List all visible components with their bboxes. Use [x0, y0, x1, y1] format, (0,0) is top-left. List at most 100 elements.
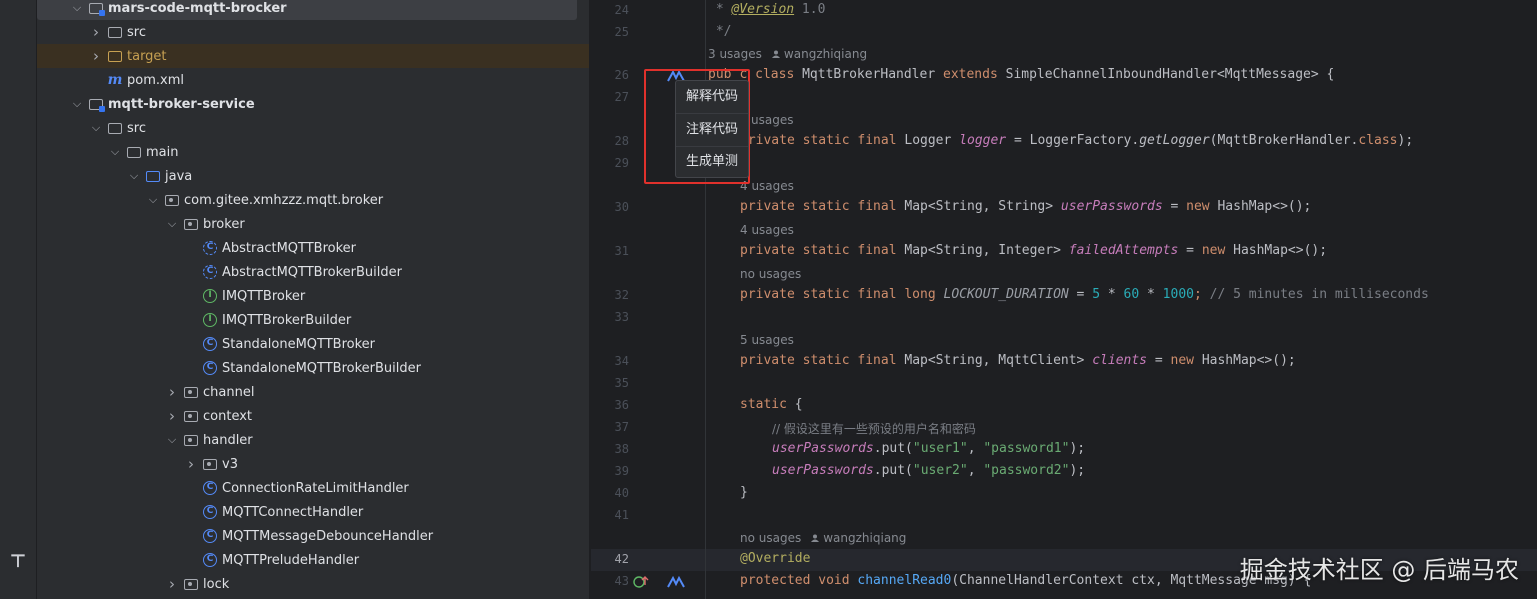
author-name[interactable]: wangzhiqiang — [823, 531, 906, 545]
tree-item[interactable]: ⌵ handler — [37, 428, 589, 452]
tree-item[interactable]: › target — [37, 44, 589, 68]
tree-item[interactable]: ⌵ broker — [37, 212, 589, 236]
chevron-right-icon[interactable]: › — [164, 407, 180, 425]
chevron-right-icon[interactable]: › — [164, 575, 180, 593]
tree-item[interactable]: C AbstractMQTTBroker — [37, 236, 589, 260]
tree-item[interactable]: › channel — [37, 380, 589, 404]
package-icon — [183, 216, 199, 232]
tree-item[interactable]: ⌵ mqtt-broker-service — [37, 92, 589, 116]
tree-item[interactable]: › v3 — [37, 452, 589, 476]
tree-item[interactable]: C StandaloneMQTTBrokerBuilder — [37, 356, 589, 380]
code-line-30[interactable]: private static final Map<String, String>… — [740, 199, 1311, 214]
structure-tool-icon[interactable]: ⊤ — [8, 550, 28, 574]
project-tree[interactable]: ⌵ mars-code-mqtt-brocker › src › target m pom.x… — [37, 0, 590, 599]
keyword: static — [740, 397, 795, 412]
chevron-down-icon[interactable]: ⌵ — [69, 97, 85, 111]
tool-window-strip: ⊤ — [0, 0, 37, 599]
code-line-36[interactable]: static { — [740, 397, 803, 412]
code-line-25[interactable]: */ — [708, 24, 732, 39]
chevron-down-icon[interactable]: ⌵ — [107, 145, 123, 159]
tree-item[interactable]: C StandaloneMQTTBroker — [37, 332, 589, 356]
chevron-right-icon[interactable]: › — [88, 23, 104, 41]
line-number: 33 — [614, 310, 629, 324]
code-line-40[interactable]: } — [740, 485, 748, 500]
number-literal: 1000 — [1162, 287, 1194, 302]
menu-item-generate-tests[interactable]: 生成单测 — [676, 146, 748, 178]
tree-item[interactable]: ⌵ main — [37, 140, 589, 164]
chevron-right-icon[interactable]: › — [183, 455, 199, 473]
tree-item[interactable]: C MQTTConnectHandler — [37, 500, 589, 524]
number-literal: 60 — [1123, 287, 1140, 302]
tree-item[interactable]: C ConnectionRateLimitHandler — [37, 476, 589, 500]
code-line-24[interactable]: * @Version 1.0 — [708, 2, 826, 17]
code-line-43[interactable]: protected void channelRead0(ChannelHandl… — [740, 573, 1311, 588]
override-method-icon[interactable] — [633, 575, 649, 589]
tree-item[interactable]: C MQTTMessageDebounceHandler — [37, 524, 589, 548]
usages-hint[interactable]: 4 usages — [740, 223, 794, 237]
code-line-38[interactable]: userPasswords.put("user1", "password1"); — [772, 441, 1085, 456]
tree-item-label: java — [165, 168, 193, 184]
class-icon: C — [202, 504, 218, 520]
tree-item[interactable]: › lock — [37, 572, 589, 596]
usages-count[interactable]: no usages — [740, 531, 801, 545]
tree-item[interactable]: I IMQTTBroker — [37, 284, 589, 308]
module-folder-icon — [88, 96, 105, 112]
class-icon: C — [202, 480, 218, 496]
code-line-34[interactable]: private static final Map<String, MqttCli… — [740, 353, 1296, 368]
line-number: 36 — [614, 398, 629, 412]
chevron-right-icon[interactable]: › — [164, 383, 180, 401]
chevron-down-icon[interactable]: ⌵ — [164, 217, 180, 231]
chevron-down-icon[interactable]: ⌵ — [164, 433, 180, 447]
code-line-42[interactable]: @Override — [740, 551, 810, 566]
chevron-down-icon[interactable]: ⌵ — [145, 193, 161, 207]
tree-item[interactable]: C MQTTPreludeHandler — [37, 548, 589, 572]
chevron-down-icon[interactable]: ⌵ — [69, 1, 85, 15]
usages-hint[interactable]: no usages — [740, 267, 801, 281]
tree-item-label: MQTTPreludeHandler — [222, 552, 360, 568]
line-number: 28 — [614, 134, 629, 148]
usages-hint[interactable]: 5 usages — [740, 333, 794, 347]
usages-hint[interactable]: usages — [751, 113, 793, 127]
abstract-class-icon: C — [202, 240, 218, 256]
tree-item[interactable]: ⌵ com.gitee.xmhzzz.mqtt.broker — [37, 188, 589, 212]
menu-item-explain-code[interactable]: 解释代码 — [676, 81, 748, 113]
line-number: 40 — [614, 486, 629, 500]
tree-item[interactable]: › context — [37, 404, 589, 428]
usages-hint[interactable]: 3 usages wangzhiqiang — [708, 47, 867, 61]
code-line-26[interactable]: pub c class MqttBrokerHandler extends Sim… — [708, 67, 1334, 82]
chevron-down-icon[interactable]: ⌵ — [88, 121, 104, 135]
keyword: private static final — [740, 199, 905, 214]
tree-item[interactable]: ⌵ java — [37, 164, 589, 188]
tree-item[interactable]: ⌵ mars-code-mqtt-brocker — [37, 0, 577, 20]
code-text: = — [1147, 353, 1171, 368]
watermark: 掘金技术社区 @ 后端马农 — [1239, 556, 1519, 584]
chevron-down-icon[interactable]: ⌵ — [126, 169, 142, 183]
usages-count[interactable]: 3 usages — [708, 47, 762, 61]
code-line-39[interactable]: userPasswords.put("user2", "password2"); — [772, 463, 1085, 478]
code-text: , — [967, 441, 984, 456]
code-text: = — [1068, 287, 1093, 302]
tree-item-label: v3 — [222, 456, 238, 472]
comment-text: * — [708, 2, 732, 17]
code-line-37[interactable]: // 假设这里有一些预设的用户名和密码 — [772, 420, 976, 437]
tree-item[interactable]: › src — [37, 20, 589, 44]
code-line-32[interactable]: private static final long LOCKOUT_DURATI… — [740, 287, 1429, 302]
code-line-31[interactable]: private static final Map<String, Integer… — [740, 243, 1327, 258]
ai-action-menu[interactable]: 解释代码 注释代码 生成单测 — [675, 80, 749, 178]
usages-hint[interactable]: no usages wangzhiqiang — [740, 531, 906, 545]
keyword: private static final — [740, 353, 905, 368]
line-number: 26 — [614, 68, 629, 82]
tree-item[interactable]: ⌵ src — [37, 116, 589, 140]
interface-icon: I — [202, 312, 218, 328]
author-icon — [811, 534, 820, 542]
tree-item[interactable]: m pom.xml — [37, 68, 589, 92]
tree-item[interactable]: I IMQTTBrokerBuilder — [37, 308, 589, 332]
code-line-28[interactable]: private static final Logger logger = Log… — [740, 133, 1413, 148]
tree-item[interactable]: C AbstractMQTTBrokerBuilder — [37, 260, 589, 284]
package-icon — [183, 408, 199, 424]
menu-item-comment-code[interactable]: 注释代码 — [676, 114, 748, 146]
author-name[interactable]: wangzhiqiang — [784, 47, 867, 61]
chevron-right-icon[interactable]: › — [88, 47, 104, 65]
keyword: new — [1186, 199, 1218, 214]
ai-assistant-icon[interactable] — [667, 576, 685, 588]
